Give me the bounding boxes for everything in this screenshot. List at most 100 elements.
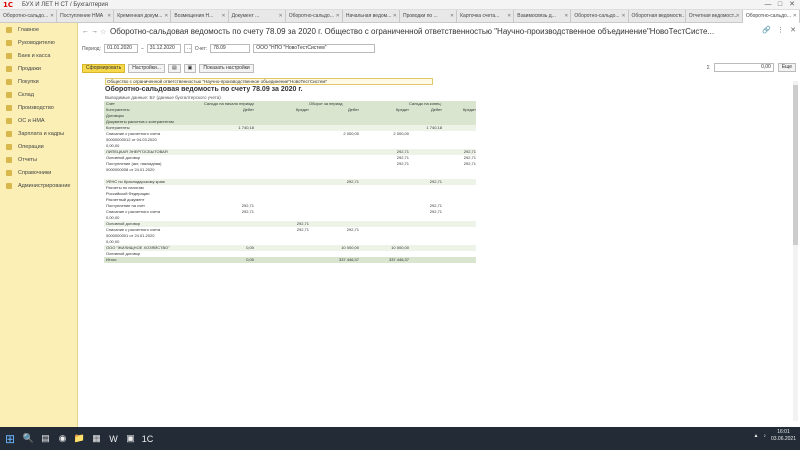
table-cell: 337 446,37 <box>338 257 359 262</box>
taskbar-app-icon[interactable]: ▤ <box>37 427 54 450</box>
sidebar-item-label: Продажи <box>18 65 41 72</box>
sidebar-item[interactable]: Банк и касса <box>0 49 77 62</box>
tab-close-icon[interactable]: ✕ <box>336 10 340 23</box>
sidebar-item[interactable]: Покупки <box>0 75 77 88</box>
tab-close-icon[interactable]: ✕ <box>50 10 54 23</box>
tab-item[interactable]: Оборотно-сальдо... ✕ <box>0 10 58 23</box>
more-icon[interactable]: ⋮ <box>777 26 784 34</box>
tab-close-icon[interactable]: ✕ <box>164 10 168 23</box>
tab-label: Карточка счета... <box>460 13 500 19</box>
tab-item[interactable]: Оборотная ведомост... ✕ <box>629 10 686 23</box>
sidebar-item[interactable]: Администрирование <box>0 179 77 192</box>
tab-close-icon[interactable]: ✕ <box>221 10 225 23</box>
sidebar-item[interactable]: Склад <box>0 88 77 101</box>
tab-item[interactable]: Документ ... ✕ <box>229 10 286 23</box>
volume-icon[interactable]: ♪ <box>763 433 766 439</box>
window-controls: — □ ✕ <box>762 0 798 10</box>
maximize-button[interactable]: □ <box>774 0 786 10</box>
tab-close-icon[interactable]: ✕ <box>564 10 568 23</box>
sidebar-item-label: ОС и НМА <box>18 117 45 124</box>
sidebar-item[interactable]: Руководителю <box>0 36 77 49</box>
sidebar-item-label: Производство <box>18 104 54 111</box>
start-button[interactable]: ⊞ <box>0 427 20 450</box>
tab-label: Оборотно-сальдо... <box>574 13 620 19</box>
tab-item[interactable]: Оборотно-сальдо... ✕ <box>286 10 343 23</box>
taskbar-app-icon[interactable]: ▣ <box>122 427 139 450</box>
sidebar-item[interactable]: ОС и НМА <box>0 114 77 127</box>
tab-close-icon[interactable]: ✕ <box>279 10 283 23</box>
app-title: БУХ И ЛЕТ Н СТ / Бухгалтерия <box>22 2 108 8</box>
back-arrow-icon[interactable]: ← <box>82 28 91 35</box>
minimize-button[interactable]: — <box>762 0 774 10</box>
tab-close-icon[interactable]: ✕ <box>393 10 397 23</box>
tab-item[interactable]: Отчетная ведомост... ✕ <box>686 10 743 23</box>
header-actions: 🔗 ⋮ ✕ <box>762 26 796 34</box>
date-from-field[interactable]: 01.01.2020 <box>103 44 138 53</box>
sidebar-item[interactable]: Операции <box>0 140 77 153</box>
tab-close-icon[interactable]: ✕ <box>736 10 740 23</box>
link-icon[interactable]: 🔗 <box>762 26 771 34</box>
tab-close-icon[interactable]: ✕ <box>793 10 797 23</box>
sidebar: Главное Руководителю Банк и касса Продажи По… <box>0 23 78 427</box>
sidebar-item[interactable]: Продажи <box>0 62 77 75</box>
network-icon[interactable]: ▲ <box>754 433 759 439</box>
show-settings-button[interactable]: Показать настройки <box>199 63 254 73</box>
sidebar-item[interactable]: Главное <box>0 23 77 36</box>
print-icon[interactable]: ▤ <box>167 63 181 73</box>
scrollbar-thumb[interactable] <box>793 85 798 245</box>
taskbar-app-icon[interactable]: W <box>105 427 122 450</box>
tab-item[interactable]: Оборотно-сальдо... ✕ <box>742 10 800 23</box>
tab-label: Оборотная ведомост... <box>631 13 685 19</box>
taskbar-app-icon[interactable]: ▦ <box>88 427 105 450</box>
tab-label: Возмещения Н... <box>174 13 214 19</box>
forward-arrow-icon[interactable]: → <box>91 28 100 35</box>
period-dash: – <box>140 45 144 52</box>
section-icon <box>6 65 12 72</box>
tab-item[interactable]: Поступление НМА ✕ <box>57 10 115 23</box>
more-button[interactable]: Еще <box>777 63 796 72</box>
tab-label: Отчетная ведомост... <box>688 13 738 19</box>
clock[interactable]: 16:01 03.06.2021 <box>771 429 796 443</box>
tab-item[interactable]: Кременная докум... ✕ <box>114 10 172 23</box>
sidebar-item[interactable]: Производство <box>0 101 77 114</box>
generate-button[interactable]: Сформировать <box>82 63 126 73</box>
sidebar-item-label: Справочники <box>18 169 52 176</box>
tab-label: Оборотно-сальдо... <box>745 13 791 19</box>
tab-item[interactable]: Карточка счета... ✕ <box>457 10 515 23</box>
tab-close-icon[interactable]: ✕ <box>450 10 454 23</box>
taskbar-app-icon[interactable]: 🔍 <box>20 427 37 450</box>
save-icon[interactable]: ▣ <box>183 63 197 73</box>
account-field[interactable]: 78.09 <box>210 44 251 53</box>
section-icon <box>6 39 12 46</box>
tab-item[interactable]: Взаимосвязь д... ✕ <box>514 10 572 23</box>
settings-button[interactable]: Настройки... <box>128 63 165 73</box>
sidebar-item[interactable]: Зарплата и кадры <box>0 127 77 140</box>
tab-close-icon[interactable]: ✕ <box>107 10 111 23</box>
sidebar-item[interactable]: Отчеты <box>0 153 77 166</box>
section-icon <box>6 143 12 150</box>
tab-close-icon[interactable]: ✕ <box>507 10 511 23</box>
tab-close-icon[interactable]: ✕ <box>678 10 682 23</box>
tab-item[interactable]: Начальная ведом... ✕ <box>343 10 400 23</box>
sidebar-item[interactable]: Справочники <box>0 166 77 179</box>
vertical-scrollbar[interactable] <box>793 81 798 421</box>
tab-item[interactable]: Возмещения Н... ✕ <box>171 10 229 23</box>
clock-time: 16:01 <box>777 429 790 435</box>
tab-item[interactable]: Оборотно-сальдо... ✕ <box>571 10 629 23</box>
close-doc-icon[interactable]: ✕ <box>790 26 796 34</box>
tab-close-icon[interactable]: ✕ <box>621 10 625 23</box>
taskbar-app-icon[interactable]: 📁 <box>71 427 88 450</box>
system-tray: ▲ ♪ 16:01 03.06.2021 <box>754 429 796 443</box>
favorite-star-icon[interactable]: ☆ <box>100 28 110 36</box>
tab-item[interactable]: Проводки по ... ✕ <box>400 10 458 23</box>
taskbar-app-icon[interactable]: ◉ <box>54 427 71 450</box>
organization-field[interactable]: ООО "НПО "НовоТестСистем" <box>253 44 376 53</box>
report-organization: Общество с ограниченной ответственностью… <box>105 78 433 85</box>
close-button[interactable]: ✕ <box>786 0 798 10</box>
sum-value-field: 0,00 <box>713 63 774 72</box>
date-to-field[interactable]: 31.12.2020 <box>146 44 181 53</box>
sidebar-item-label: Зарплата и кадры <box>18 130 65 137</box>
period-picker-button[interactable]: … <box>183 44 192 53</box>
taskbar-app-icon[interactable]: 1C <box>139 427 156 450</box>
report-area: Общество с ограниченной ответственностью… <box>104 78 476 323</box>
